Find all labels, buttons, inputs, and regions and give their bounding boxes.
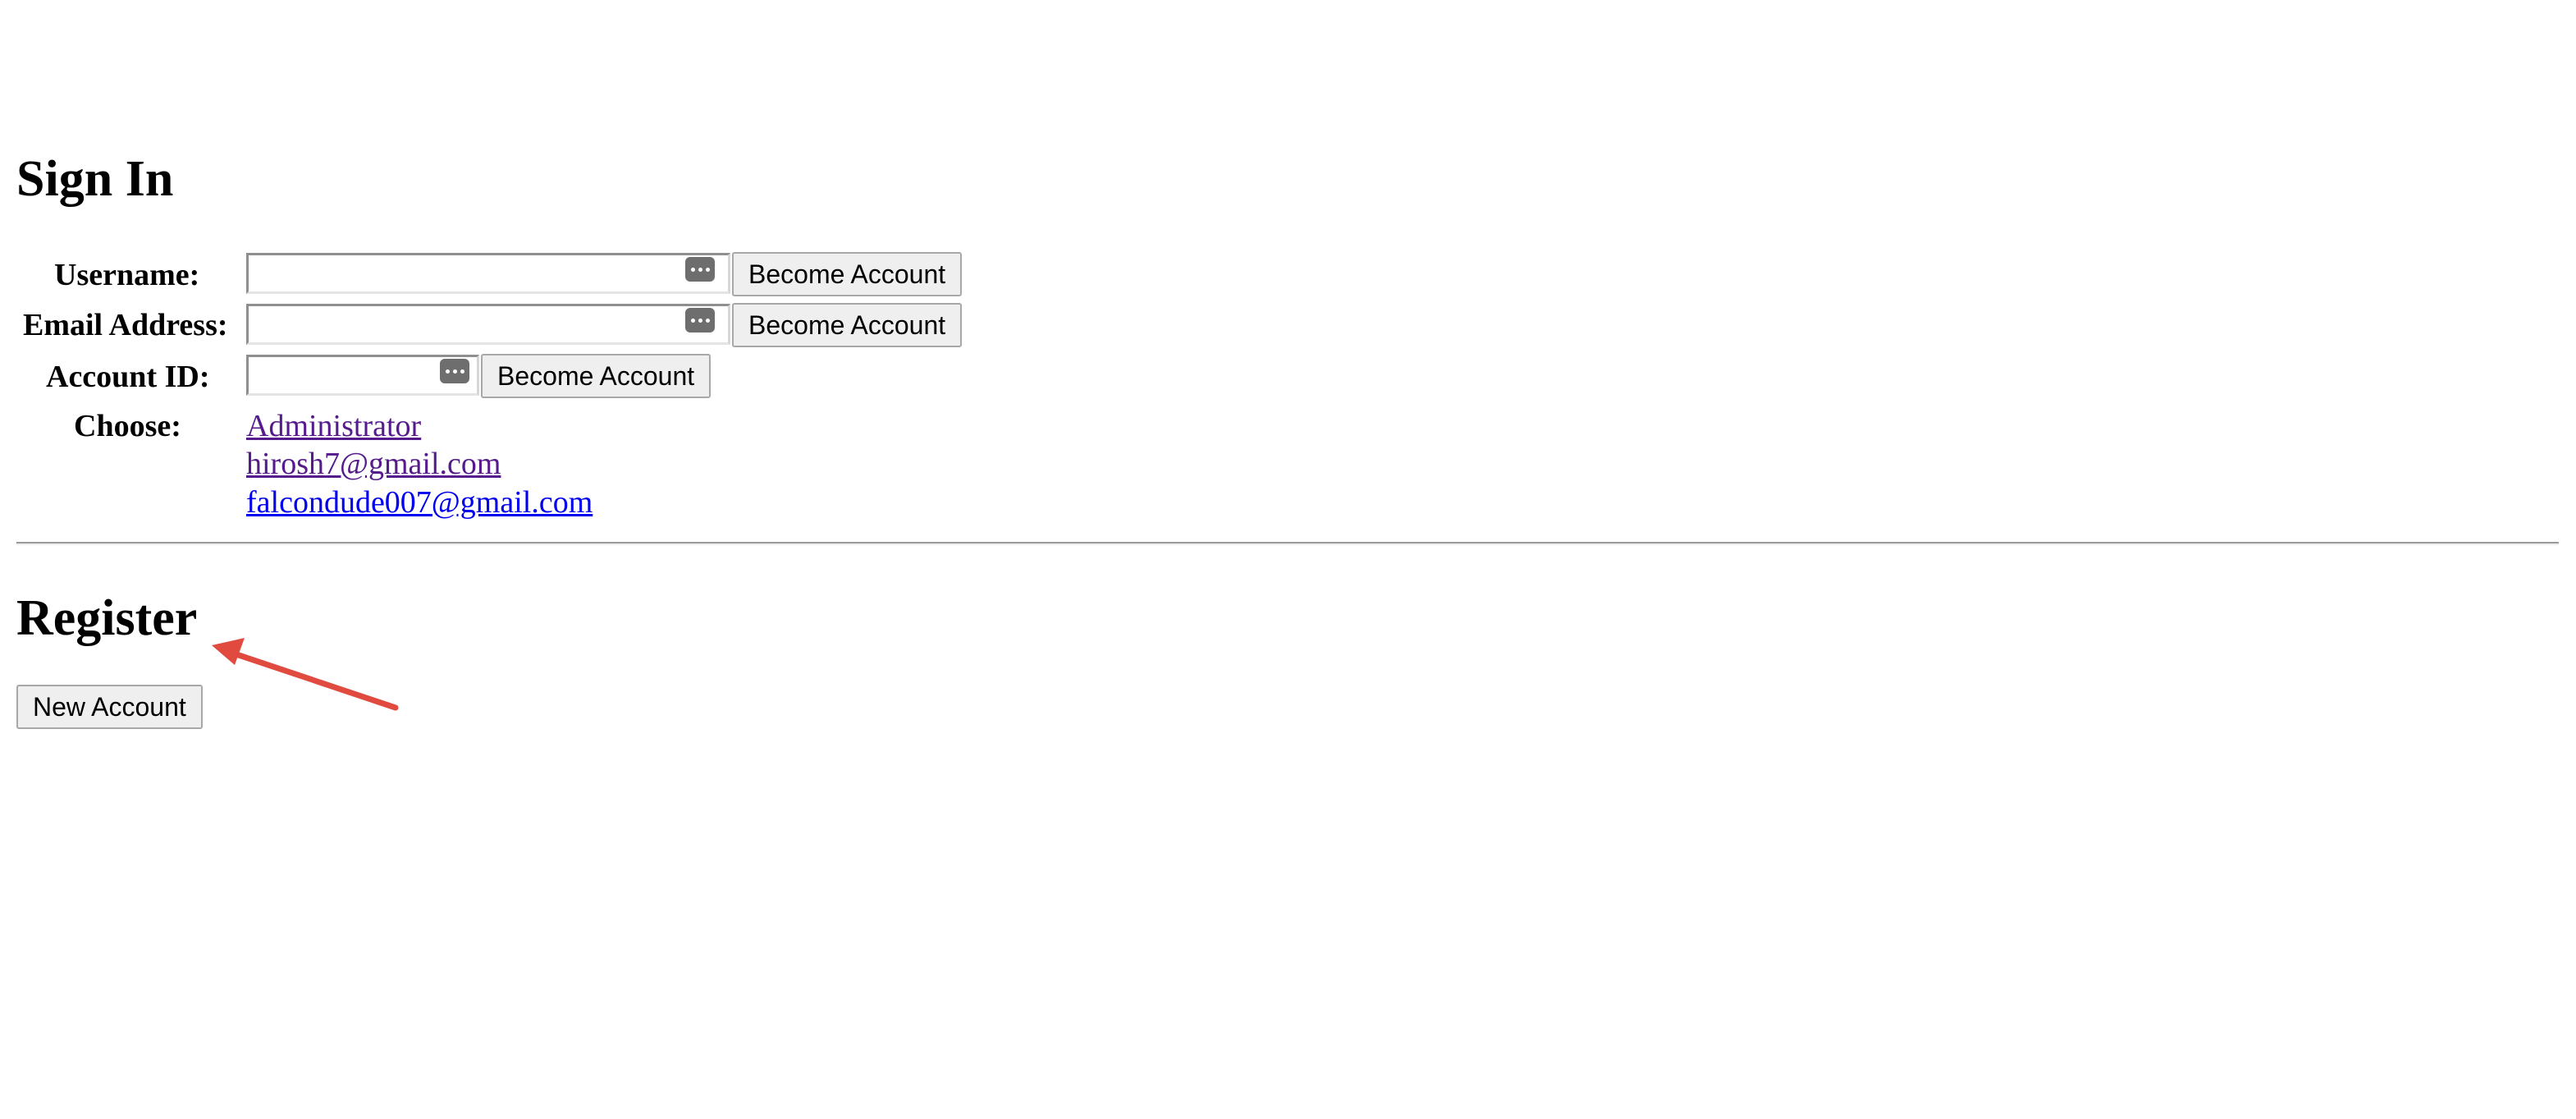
arrow-annotation <box>212 638 399 711</box>
arrow-annotation-shaft <box>233 651 399 711</box>
arrow-annotation-head <box>212 638 245 665</box>
